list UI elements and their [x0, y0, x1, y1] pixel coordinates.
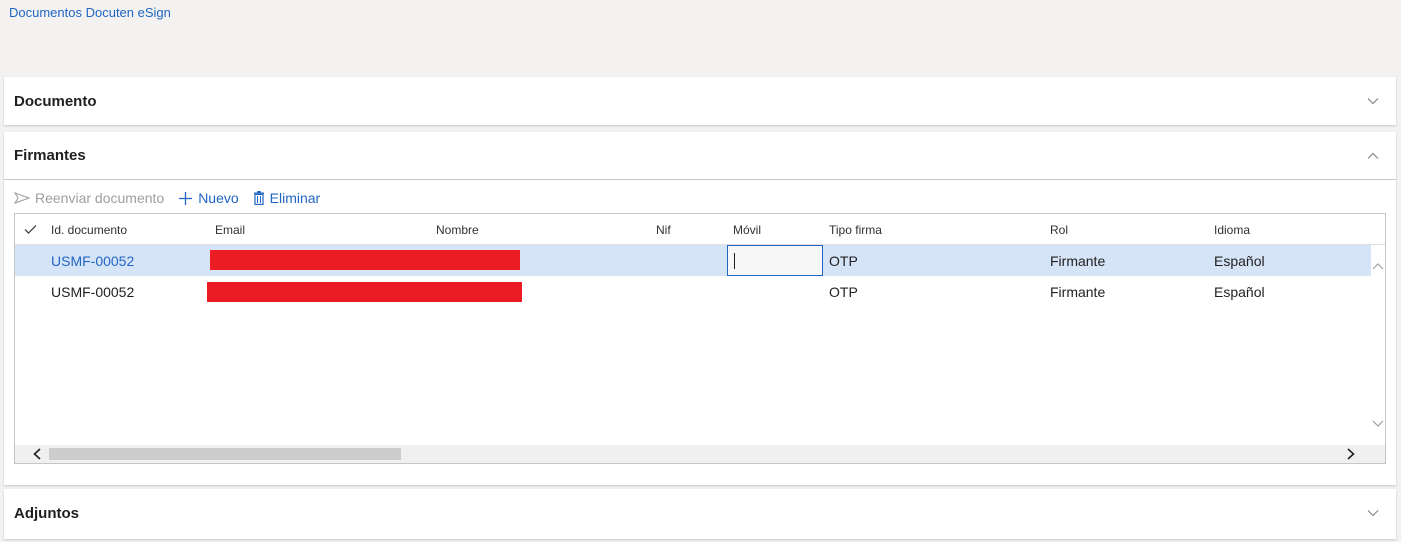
row-idioma: Español [1214, 283, 1265, 300]
row-id[interactable]: USMF-00052 [51, 276, 134, 307]
column-header-nombre[interactable]: Nombre [436, 214, 479, 245]
text-caret [734, 253, 735, 269]
scroll-down-icon[interactable] [1372, 420, 1384, 428]
select-all-checkmark[interactable] [24, 214, 37, 245]
column-header-id[interactable]: Id. documento [51, 214, 127, 245]
section-firmantes-title: Firmantes [14, 147, 86, 164]
firmantes-toolbar: Reenviar documento Nuevo Eliminar [14, 188, 334, 208]
section-adjuntos-title: Adjuntos [14, 504, 79, 522]
trash-icon [253, 191, 264, 205]
column-header-rol[interactable]: Rol [1050, 214, 1068, 245]
redacted-email-name [207, 282, 522, 302]
column-header-email[interactable]: Email [215, 214, 245, 245]
scroll-left-icon[interactable] [33, 448, 41, 460]
resend-document-label: Reenviar documento [35, 190, 165, 206]
scroll-right-icon[interactable] [1347, 448, 1355, 460]
row-tipo-firma: OTP [829, 283, 858, 300]
plus-icon [179, 191, 193, 205]
column-header-nif[interactable]: Nif [656, 214, 671, 245]
table-row[interactable]: USMF-00052 OTP Firmante Español [15, 276, 1373, 307]
horizontal-scrollbar[interactable] [15, 445, 1385, 463]
row-tipo-firma: OTP [829, 252, 858, 269]
row-rol: Firmante [1050, 283, 1106, 300]
section-adjuntos: Adjuntos [4, 489, 1396, 539]
chevron-up-icon [1367, 152, 1379, 159]
delete-button[interactable]: Eliminar [253, 190, 321, 206]
row-id[interactable]: USMF-00052 [51, 245, 134, 276]
chevron-down-icon [1367, 510, 1379, 517]
new-label: Nuevo [198, 190, 239, 206]
row-rol: Firmante [1050, 252, 1106, 269]
breadcrumb[interactable]: Documentos Docuten eSign [9, 5, 171, 20]
table-row[interactable]: USMF-00052 OTP Firmante Español [15, 245, 1373, 276]
column-header-tipo-firma[interactable]: Tipo firma [829, 214, 882, 245]
section-documento-title: Documento [14, 92, 97, 110]
chevron-down-icon [1367, 98, 1379, 105]
section-documento: Documento [4, 77, 1396, 125]
firmantes-grid: Id. documento Email Nombre Nif Móvil Tip… [14, 213, 1386, 464]
section-firmantes: Firmantes Reenviar documento Nuevo Elimi… [4, 132, 1396, 485]
horizontal-scroll-thumb[interactable] [49, 448, 401, 460]
send-icon [14, 192, 30, 204]
column-header-idioma[interactable]: Idioma [1214, 214, 1250, 245]
grid-header: Id. documento Email Nombre Nif Móvil Tip… [15, 214, 1385, 245]
section-firmantes-header[interactable]: Firmantes [4, 132, 1396, 180]
movil-input[interactable] [727, 245, 823, 276]
redacted-email-name [210, 250, 520, 270]
section-adjuntos-header[interactable]: Adjuntos [4, 489, 1396, 537]
checkmark-icon [24, 225, 37, 234]
vertical-scrollbar[interactable] [1371, 245, 1385, 446]
scroll-up-icon[interactable] [1372, 262, 1384, 270]
resend-document-button[interactable]: Reenviar documento [14, 190, 164, 206]
section-documento-header[interactable]: Documento [4, 77, 1396, 125]
row-idioma: Español [1214, 252, 1265, 269]
delete-label: Eliminar [269, 190, 321, 206]
column-header-movil[interactable]: Móvil [733, 214, 761, 245]
new-button[interactable]: Nuevo [178, 190, 239, 206]
